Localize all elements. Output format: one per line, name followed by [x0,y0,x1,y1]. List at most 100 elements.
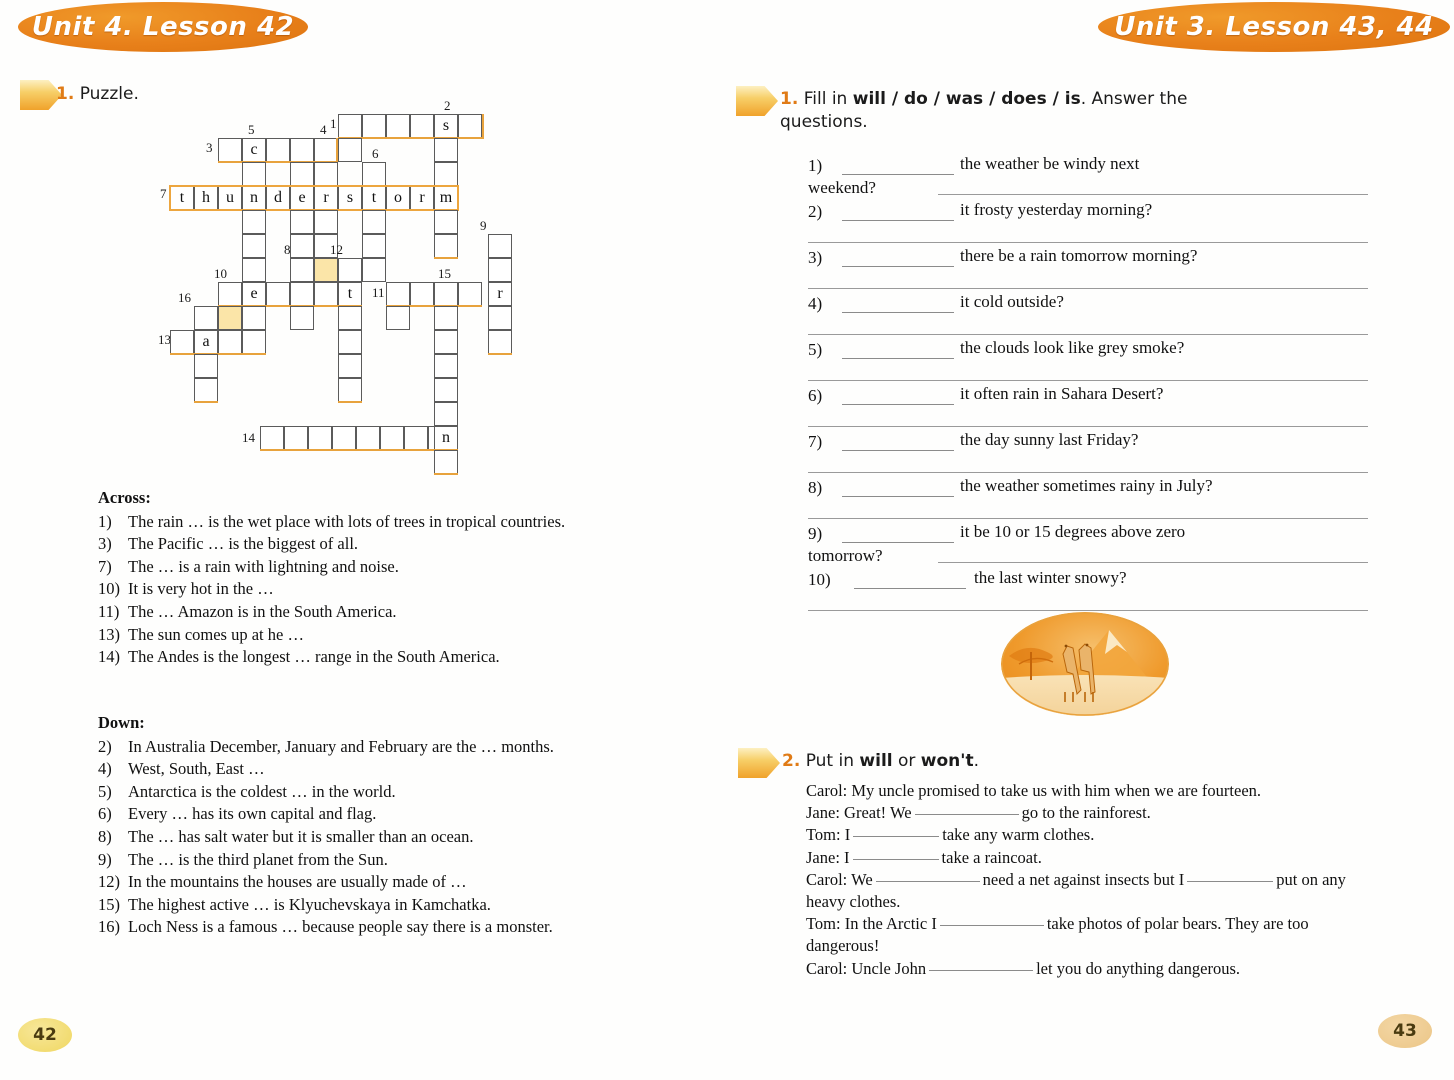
grid-cell[interactable] [434,282,458,306]
grid-cell[interactable] [332,426,356,450]
grid-cell[interactable] [386,114,410,138]
fill-blank[interactable] [842,312,954,313]
fill-blank[interactable] [842,174,954,175]
grid-cell[interactable] [338,330,362,354]
grid-cell[interactable] [308,426,332,450]
grid-cell[interactable] [338,306,362,330]
grid-cell[interactable] [266,282,290,306]
grid-cell[interactable] [362,114,386,138]
grid-cell[interactable] [242,210,266,234]
grid-cell-letter-r[interactable]: r [314,186,338,210]
grid-cell-letter-u[interactable]: u [218,186,242,210]
grid-cell[interactable] [434,450,458,474]
grid-cell[interactable] [170,330,194,354]
fill-blank[interactable] [842,220,954,221]
grid-cell-letter-t[interactable]: t [170,186,194,210]
fill-blank[interactable] [842,358,954,359]
grid-cell[interactable] [194,354,218,378]
grid-cell[interactable] [458,282,482,306]
grid-cell-letter-d[interactable]: d [266,186,290,210]
grid-cell-highlighted[interactable] [218,306,242,330]
grid-cell[interactable] [218,330,242,354]
grid-cell-letter-n[interactable]: n [434,426,458,450]
grid-cell-letter-t3[interactable]: t [338,282,362,306]
fill-blank[interactable] [853,836,940,838]
fill-blank[interactable] [842,266,954,267]
grid-cell[interactable] [314,210,338,234]
fill-blank-2[interactable] [1187,880,1274,882]
grid-cell[interactable] [338,114,362,138]
grid-cell-highlighted[interactable] [314,258,338,282]
grid-cell[interactable] [362,162,386,186]
grid-cell[interactable] [290,138,314,162]
grid-cell[interactable] [488,306,512,330]
grid-cell[interactable] [362,258,386,282]
grid-cell[interactable] [356,426,380,450]
grid-cell[interactable] [290,162,314,186]
grid-cell[interactable] [314,138,338,162]
grid-cell-letter-n[interactable]: n [242,186,266,210]
grid-cell[interactable] [260,426,284,450]
fill-blank[interactable] [875,880,980,882]
grid-cell[interactable] [434,138,458,162]
grid-cell[interactable] [488,234,512,258]
grid-cell[interactable] [434,306,458,330]
grid-cell[interactable] [338,258,362,282]
grid-cell-letter-m[interactable]: m [434,186,458,210]
grid-cell[interactable] [284,426,308,450]
grid-cell[interactable] [404,426,428,450]
grid-cell[interactable] [488,330,512,354]
grid-cell[interactable] [242,234,266,258]
grid-cell[interactable] [362,234,386,258]
grid-cell-letter-s[interactable]: s [338,186,362,210]
grid-cell[interactable] [434,354,458,378]
fill-blank[interactable] [939,925,1044,927]
grid-cell[interactable] [434,162,458,186]
grid-cell[interactable] [242,306,266,330]
grid-cell[interactable] [338,378,362,402]
grid-cell[interactable] [194,306,218,330]
grid-cell[interactable] [362,210,386,234]
grid-cell-letter-e[interactable]: e [242,282,266,306]
grid-cell[interactable] [290,258,314,282]
grid-cell-letter-r2[interactable]: r [410,186,434,210]
fill-blank[interactable] [852,858,939,860]
fill-blank[interactable] [929,969,1034,971]
grid-cell[interactable] [290,234,314,258]
grid-cell-letter-a[interactable]: a [194,330,218,354]
fill-blank[interactable] [842,404,954,405]
fill-blank[interactable] [914,814,1019,816]
answer-rule[interactable] [808,610,1368,611]
grid-cell[interactable] [458,114,482,138]
grid-cell[interactable] [434,210,458,234]
grid-cell-letter-h[interactable]: h [194,186,218,210]
grid-cell[interactable] [434,378,458,402]
fill-blank[interactable] [854,588,966,589]
grid-cell[interactable] [338,354,362,378]
grid-cell[interactable] [410,282,434,306]
grid-cell-letter-s[interactable]: s [434,114,458,138]
grid-cell[interactable] [434,234,458,258]
fill-blank[interactable] [842,450,954,451]
grid-cell[interactable] [386,282,410,306]
grid-cell[interactable] [194,378,218,402]
grid-cell[interactable] [434,402,458,426]
grid-cell[interactable] [242,162,266,186]
grid-cell[interactable] [314,162,338,186]
grid-cell[interactable] [218,138,242,162]
grid-cell[interactable] [242,330,266,354]
grid-cell-letter-r3[interactable]: r [488,282,512,306]
grid-cell[interactable] [290,306,314,330]
grid-cell[interactable] [338,138,362,162]
grid-cell[interactable] [242,258,266,282]
grid-cell-letter-e[interactable]: e [290,186,314,210]
grid-cell[interactable] [266,138,290,162]
grid-cell[interactable] [386,306,410,330]
grid-cell-letter-t2[interactable]: t [362,186,386,210]
grid-cell[interactable] [314,282,338,306]
grid-cell[interactable] [410,114,434,138]
crossword-grid[interactable]: 2 1 s 5 4 3 c 6 7 t h u n d e r s t o r … [150,98,530,490]
grid-cell-letter-o[interactable]: o [386,186,410,210]
fill-blank[interactable] [842,542,954,543]
grid-cell[interactable] [290,282,314,306]
